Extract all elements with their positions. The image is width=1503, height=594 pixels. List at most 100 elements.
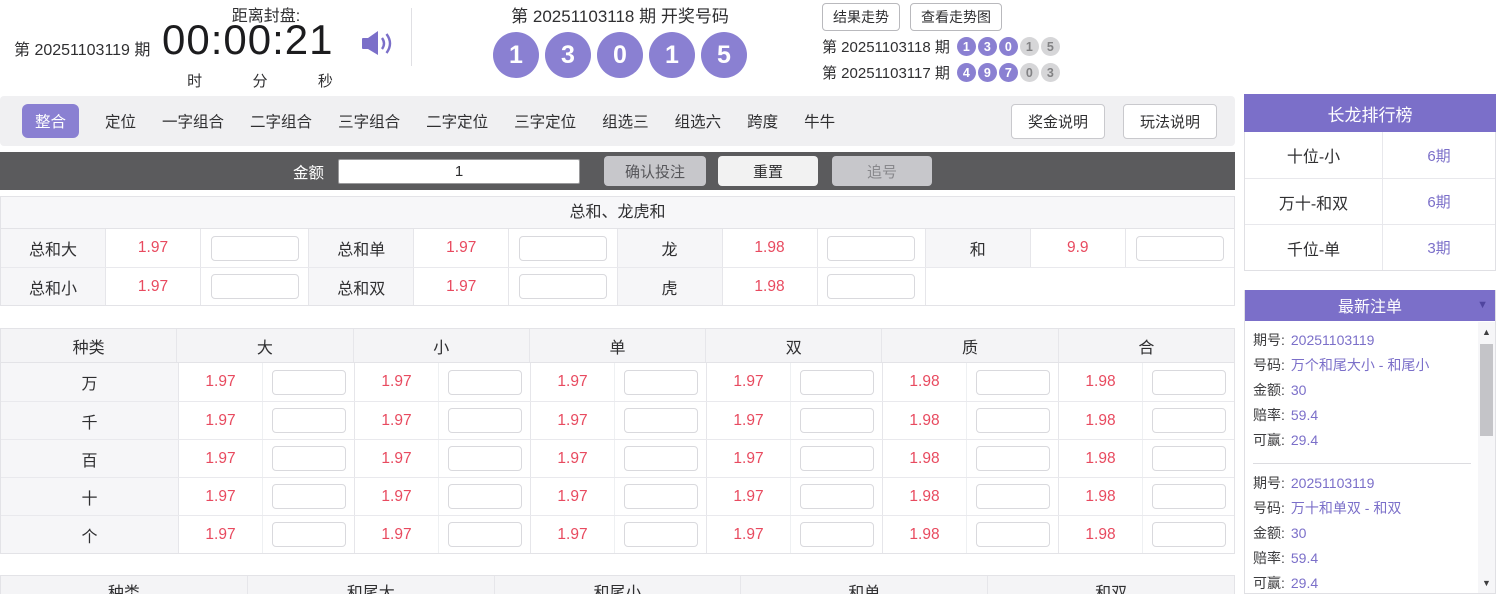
- bet-input[interactable]: [448, 370, 522, 395]
- bet-input[interactable]: [800, 408, 874, 433]
- scroll-down-icon[interactable]: ▼: [1478, 575, 1495, 591]
- bet-cell-group: 1.97: [179, 363, 355, 401]
- bet-input[interactable]: [624, 446, 698, 471]
- bet-input[interactable]: [800, 370, 874, 395]
- play-tab[interactable]: 组选六: [675, 104, 722, 138]
- rules-info-button[interactable]: 玩法说明: [1123, 104, 1217, 139]
- bet-input[interactable]: [1152, 370, 1226, 395]
- scroll-up-icon[interactable]: ▲: [1478, 324, 1495, 340]
- bet-odds: 1.97: [531, 478, 615, 515]
- column-header: 和单: [741, 576, 988, 594]
- bet-input-cell: [967, 440, 1058, 477]
- table-row: 十 1.97 1.97 1.97 1.97: [1, 477, 1234, 515]
- orders-scrollbar[interactable]: ▲ ▼: [1478, 322, 1495, 593]
- bet-input[interactable]: [1152, 484, 1226, 509]
- bet-odds: 1.97: [531, 402, 615, 439]
- bet-input[interactable]: [272, 408, 346, 433]
- bet-input[interactable]: [976, 408, 1050, 433]
- column-header: 和尾小: [495, 576, 742, 594]
- bet-label: 和: [926, 229, 1031, 267]
- play-tab[interactable]: 整合: [22, 104, 79, 138]
- reset-button[interactable]: 重置: [718, 156, 818, 186]
- rank-count: 6期: [1383, 132, 1495, 178]
- bet-input-cell: [263, 402, 354, 439]
- bet-input[interactable]: [1136, 236, 1224, 261]
- bet-input[interactable]: [976, 370, 1050, 395]
- column-header: 合: [1059, 329, 1234, 362]
- bet-odds: 1.97: [179, 440, 263, 477]
- play-tab[interactable]: 牛牛: [804, 104, 835, 138]
- amount-input[interactable]: [338, 159, 580, 184]
- bet-input[interactable]: [827, 274, 915, 299]
- bet-cell-group: 1.97: [707, 363, 883, 401]
- order-field-label: 赔率:: [1253, 550, 1285, 566]
- bet-odds: 1.97: [707, 363, 791, 401]
- bet-input-cell: [509, 229, 617, 267]
- bet-input[interactable]: [519, 274, 607, 299]
- play-tab[interactable]: 组选三: [602, 104, 649, 138]
- bet-input[interactable]: [976, 484, 1050, 509]
- rank-row: 万十-和双 6期: [1245, 178, 1495, 224]
- column-header: 单: [530, 329, 706, 362]
- bet-odds: 1.98: [723, 229, 818, 267]
- bet-input-cell: [615, 440, 706, 477]
- bet-input[interactable]: [519, 236, 607, 261]
- bet-input[interactable]: [800, 484, 874, 509]
- bet-input[interactable]: [448, 408, 522, 433]
- bet-input[interactable]: [272, 446, 346, 471]
- bet-input[interactable]: [1152, 522, 1226, 547]
- bet-input[interactable]: [800, 522, 874, 547]
- play-tab[interactable]: 一字组合: [162, 104, 224, 138]
- bet-input[interactable]: [624, 408, 698, 433]
- order-odds-line: 赔率:59.4: [1253, 403, 1471, 428]
- order-field-label: 号码:: [1253, 357, 1285, 373]
- bet-input-cell: [1143, 363, 1234, 401]
- chase-number-button[interactable]: 追号: [832, 156, 932, 186]
- bet-input[interactable]: [624, 484, 698, 509]
- prize-info-button[interactable]: 奖金说明: [1011, 104, 1105, 139]
- bet-input[interactable]: [448, 446, 522, 471]
- bet-cell-group: 1.97: [707, 440, 883, 477]
- play-tab[interactable]: 二字组合: [250, 104, 312, 138]
- bet-input[interactable]: [448, 484, 522, 509]
- bet-input[interactable]: [624, 522, 698, 547]
- bet-odds: 1.97: [355, 402, 439, 439]
- draw-ball: 0: [597, 32, 643, 78]
- bet-input[interactable]: [827, 236, 915, 261]
- history-row: 第 20251103117 期 4 9 7 0 3: [822, 62, 1242, 83]
- order-odds: 59.4: [1291, 550, 1318, 566]
- confirm-bet-button[interactable]: 确认投注: [604, 156, 706, 186]
- bet-input[interactable]: [448, 522, 522, 547]
- result-trend-button[interactable]: 结果走势: [822, 3, 900, 31]
- bet-odds: 1.97: [531, 516, 615, 553]
- bet-input[interactable]: [800, 446, 874, 471]
- play-tab[interactable]: 三字组合: [338, 104, 400, 138]
- speaker-icon[interactable]: [360, 28, 394, 63]
- bet-input[interactable]: [211, 236, 299, 261]
- bet-input[interactable]: [272, 522, 346, 547]
- bet-odds: 1.98: [1059, 478, 1143, 515]
- bet-input[interactable]: [211, 274, 299, 299]
- bet-input[interactable]: [624, 370, 698, 395]
- history-ball: 1: [957, 37, 976, 56]
- bet-input[interactable]: [272, 484, 346, 509]
- bet-input[interactable]: [1152, 446, 1226, 471]
- play-tab[interactable]: 定位: [105, 104, 136, 138]
- bet-input-cell: [791, 440, 882, 477]
- bet-cell-group: 1.97: [355, 516, 531, 553]
- play-tab[interactable]: 跨度: [747, 104, 778, 138]
- play-tab[interactable]: 二字定位: [426, 104, 488, 138]
- bet-input[interactable]: [976, 522, 1050, 547]
- collapse-caret-icon[interactable]: ▼: [1477, 299, 1488, 311]
- bet-odds: 1.97: [355, 363, 439, 401]
- bet-input-cell: [791, 402, 882, 439]
- bet-cell-group: 1.98: [883, 363, 1059, 401]
- bet-input[interactable]: [272, 370, 346, 395]
- bet-input[interactable]: [976, 446, 1050, 471]
- sum-dragon-tiger-table: 总和、龙虎和 总和大 1.97 总和单 1.97 龙 1.98 和 9.9: [0, 196, 1235, 306]
- play-tab[interactable]: 三字定位: [514, 104, 576, 138]
- bet-cell-group: 1.98: [883, 516, 1059, 553]
- bet-input[interactable]: [1152, 408, 1226, 433]
- scrollbar-thumb[interactable]: [1480, 344, 1493, 436]
- view-trend-chart-button[interactable]: 查看走势图: [910, 3, 1002, 31]
